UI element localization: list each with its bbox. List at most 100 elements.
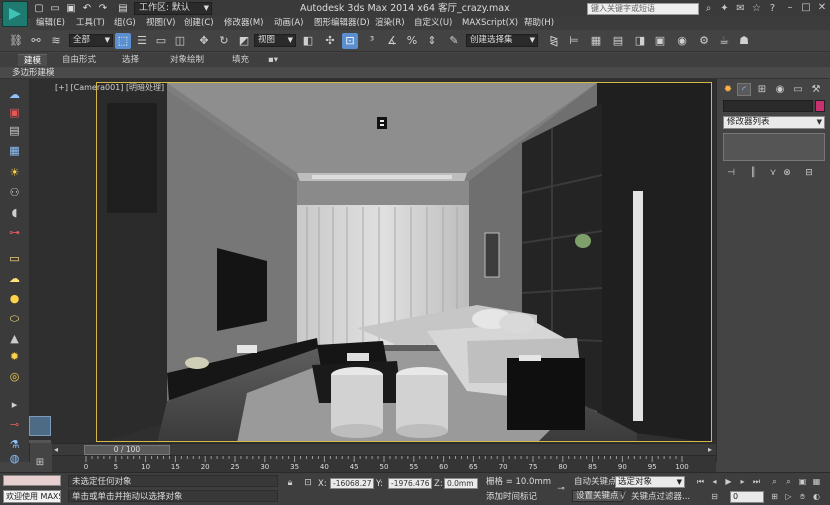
tab-freeform[interactable]: 自由形式 [56,54,102,66]
select-by-name-icon[interactable]: ☰ [134,33,150,49]
project-folder-icon[interactable]: ▤ [116,2,130,15]
rectangular-selection-icon[interactable]: ▭ [153,33,169,49]
cone-icon[interactable]: ▲ [6,331,23,346]
previous-key-icon[interactable]: ◂ [708,476,721,488]
tab-object-paint[interactable]: 对象绘制 [164,54,210,66]
minimize-icon[interactable]: – [782,1,798,15]
pan-icon[interactable]: ✋︎ [796,491,809,503]
workspace-dropdown[interactable]: 工作区: 默认 ▼ [134,2,212,15]
time-configuration-icon[interactable]: ⊞ [768,491,781,503]
add-time-tag-button[interactable]: 添加时间标记 [486,492,537,503]
rendered-frame-window-icon[interactable]: ☕ [716,33,732,49]
viewport-maximize-icon[interactable] [29,416,51,436]
menu-maxscript[interactable]: MAXScript(X) [462,17,518,30]
key-icon[interactable]: ⊸ [552,483,570,495]
menu-group[interactable]: 组(G) [114,17,136,30]
schematic-view-icon[interactable]: ▣ [652,33,668,49]
window-crossing-icon[interactable]: ◫ [172,33,188,49]
lock-icon[interactable]: 🔒︎ [284,477,296,489]
modify-tab-icon[interactable]: ◜ [737,83,751,96]
display-tab-icon[interactable]: ▭ [791,83,805,96]
rotate-icon[interactable]: ↻ [216,33,232,49]
tab-populate[interactable]: 填充 [226,54,255,66]
camera-icon[interactable]: ⊶ [6,225,23,240]
zoom-extents-all-icon[interactable]: ▦ [810,476,823,488]
light-icon[interactable]: ☀ [6,165,23,180]
menu-help[interactable]: 帮助(H) [524,17,554,30]
z-coordinate-field[interactable]: 0.0mm [444,478,478,489]
modifier-stack[interactable] [723,133,825,161]
subscription-icon[interactable]: ✦ [718,2,731,15]
selection-filter-dropdown[interactable]: 全部 ▼ [69,34,113,47]
motion-tab-icon[interactable]: ◉ [773,83,787,96]
welcome-message[interactable]: 欢迎使用 MAXSc [3,490,61,503]
key-filters-button[interactable]: 关键点过滤器... [631,492,690,503]
create-tab-icon[interactable]: ✹ [721,83,735,96]
named-selection-dropdown[interactable]: 创建选择集 ▼ [466,34,538,47]
edit-named-selection-icon[interactable]: ✎ [446,33,462,49]
app-logo-icon[interactable] [2,1,28,27]
zoom-extents-icon[interactable]: ▣ [796,476,809,488]
maxscript-listener-input[interactable] [3,475,61,486]
curve-editor-icon[interactable]: ◨ [632,33,648,49]
key-mode-dropdown[interactable]: 选定对象 ▼ [615,476,685,488]
scale-icon[interactable]: ◩ [236,33,252,49]
mini-curve-editor-icon[interactable]: ⊞ [30,456,50,470]
key-mode-toggle-icon[interactable]: ⊟ [708,491,721,503]
x-coordinate-field[interactable]: -16068.27 [330,478,374,489]
current-frame-field[interactable]: 0 [730,491,764,503]
viewport-layout-icon[interactable]: ▦ [6,143,23,158]
sound-icon[interactable]: ◖ [6,205,23,220]
graphite-tools-icon[interactable]: ▤ [610,33,626,49]
menu-views[interactable]: 视图(V) [146,17,175,30]
render-production-icon[interactable]: ☗ [736,33,752,49]
select-manipulate-icon[interactable]: ✣ [322,33,338,49]
viewport-label[interactable]: [+] [Camera001] [明暗处理] [55,82,164,93]
select-object-icon[interactable]: ⬚ [115,33,131,49]
pivot-center-icon[interactable]: ◧ [300,33,316,49]
maximize-icon[interactable]: □ [798,1,814,15]
sun-icon[interactable]: ✹ [6,349,23,364]
remove-modifier-icon[interactable]: ⊗ [781,167,793,179]
absolute-mode-icon[interactable]: ⊡ [302,477,314,489]
tab-selection[interactable]: 选择 [116,54,145,66]
hierarchy-tab-icon[interactable]: ⊞ [755,83,769,96]
tab-modeling[interactable]: 建模 [18,54,48,66]
auto-key-button[interactable]: 自动关键点 [574,477,617,488]
snaps-toggle-icon[interactable]: ³ [364,33,380,49]
percent-snap-icon[interactable]: % [404,33,420,49]
expand-arrow-icon[interactable]: ▸ [6,397,23,412]
utilities-tab-icon[interactable]: ⚒ [809,83,823,96]
reference-coord-dropdown[interactable]: 视图 ▼ [254,34,296,47]
menu-tools[interactable]: 工具(T) [76,17,105,30]
polygon-modeling-label[interactable]: 多边形建模 [12,67,55,79]
menu-modifiers[interactable]: 修改器(M) [224,17,263,30]
make-unique-icon[interactable]: ⋎ [767,167,779,179]
time-slider-knob[interactable]: 0 / 100 [84,445,170,455]
search-icon[interactable]: ⌕ [702,2,715,15]
zoom-icon[interactable]: ⌕ [768,476,781,488]
pin-stack-icon[interactable]: ⊣ [725,167,737,179]
configure-modifier-icon[interactable]: ⊟ [803,167,815,179]
graphite-modeling-icon[interactable]: ☁ [6,87,23,102]
bones-icon[interactable]: ⊸ [6,417,23,432]
ribbon-options-icon[interactable]: ▪▾ [262,54,284,66]
isolate-selection-icon[interactable]: ⚇ [6,185,23,200]
close-icon[interactable]: ✕ [814,1,830,15]
viewport-navigation-icon[interactable] [29,440,51,443]
new-file-icon[interactable]: ▢ [32,2,46,15]
menu-graph-editors[interactable]: 图形编辑器(D) [314,17,370,30]
favorites-icon[interactable]: ☆ [750,2,763,15]
undo-icon[interactable]: ↶ [80,2,94,15]
menu-customize[interactable]: 自定义(U) [414,17,452,30]
render-setup-icon[interactable]: ⚙ [696,33,712,49]
menu-animation[interactable]: 动画(A) [274,17,303,30]
show-end-result-icon[interactable]: ║ [747,167,759,179]
layer-manager-icon[interactable]: ▦ [588,33,604,49]
play-icon[interactable]: ▶ [722,476,735,488]
keyboard-shortcut-icon[interactable]: ⊡ [342,33,358,49]
object-name-field[interactable] [723,100,813,112]
torus-icon[interactable]: ◎ [6,369,23,384]
ellipse-icon[interactable]: ⬭ [6,311,23,326]
menu-edit[interactable]: 编辑(E) [36,17,65,30]
